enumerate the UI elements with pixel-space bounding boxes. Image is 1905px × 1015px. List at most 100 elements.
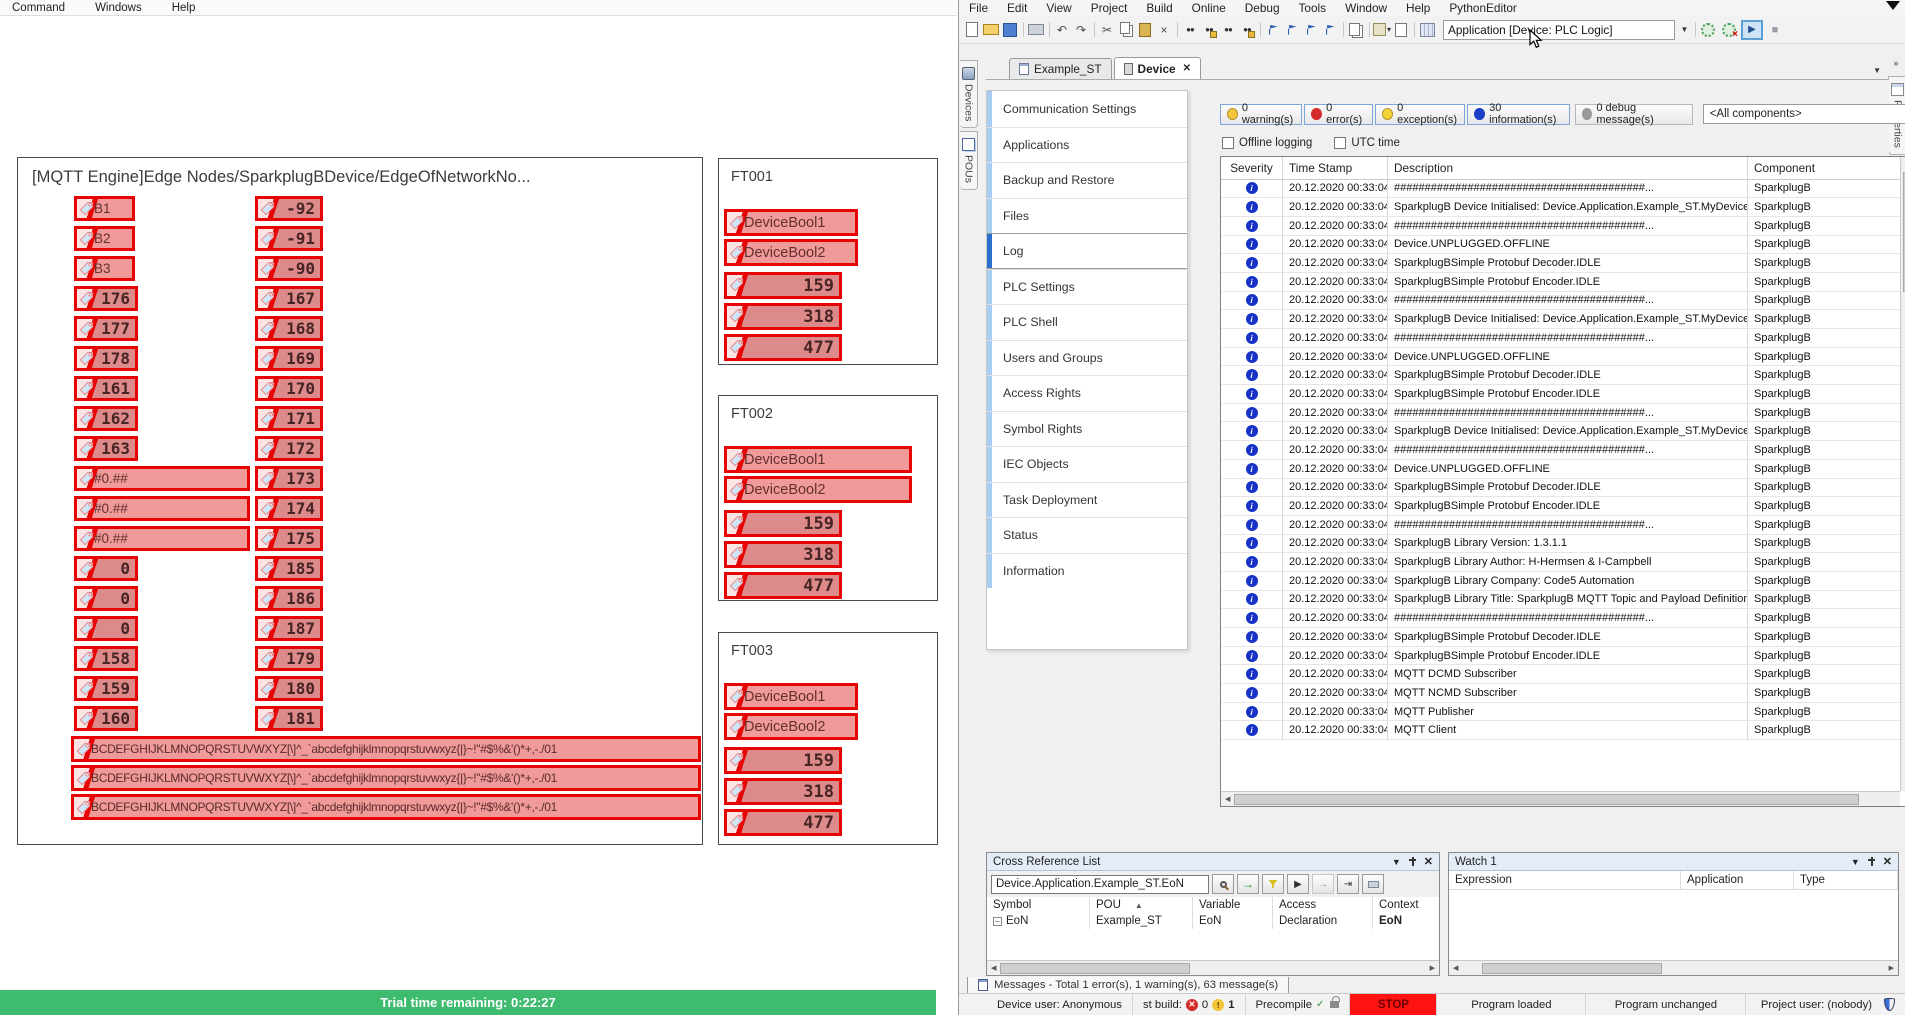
- tag-widget[interactable]: 179: [255, 646, 323, 671]
- log-row[interactable]: i 20.12.2020 00:33:04 ##################…: [1221, 516, 1900, 535]
- tag-widget[interactable]: 174: [255, 496, 323, 521]
- toolbar-icon[interactable]: [1411, 21, 1417, 39]
- tag-widget[interactable]: 168: [255, 316, 323, 341]
- tag-widget[interactable]: 169: [255, 346, 323, 371]
- menu-item[interactable]: Window: [1345, 1, 1387, 15]
- crossref-row[interactable]: −EoN Example_ST EoN Declaration EoN ...: [987, 913, 1439, 929]
- tag-widget[interactable]: 170: [255, 376, 323, 401]
- value-tag[interactable]: 159: [724, 510, 842, 537]
- value-tag[interactable]: 477: [724, 572, 842, 599]
- menu-item[interactable]: Command: [12, 2, 65, 14]
- menu-item[interactable]: Project: [1091, 1, 1128, 15]
- print-button[interactable]: [1362, 874, 1384, 894]
- overflow-chevron-icon[interactable]: »: [1888, 58, 1904, 68]
- tag-widget[interactable]: #0.##: [74, 496, 250, 521]
- tag-widget[interactable]: 0: [74, 616, 138, 641]
- pin-icon[interactable]: [1409, 857, 1416, 866]
- collapse-icon[interactable]: −: [993, 917, 1002, 926]
- tag-widget[interactable]: 187: [255, 616, 323, 641]
- tag-widget[interactable]: 171: [255, 406, 323, 431]
- tag-widget[interactable]: 176: [74, 286, 138, 311]
- device-category-item[interactable]: Files: [987, 198, 1187, 234]
- value-tag[interactable]: 477: [724, 809, 842, 836]
- toolbar-icon[interactable]: [963, 21, 981, 39]
- log-row[interactable]: i 20.12.2020 00:33:04 SparkplugBSimple P…: [1221, 497, 1900, 516]
- toolbar-icon[interactable]: [1373, 21, 1391, 39]
- ascii-tag-widget[interactable]: BCDEFGHIJKLMNOPQRSTUVWXYZ[\]^_`abcdefghi…: [71, 794, 701, 820]
- toolbar-icon[interactable]: [1027, 21, 1045, 39]
- col-expression[interactable]: Expression: [1449, 871, 1681, 889]
- log-row[interactable]: i 20.12.2020 00:33:04 ##################…: [1221, 217, 1900, 236]
- value-tag[interactable]: 318: [724, 541, 842, 568]
- watch-empty-area[interactable]: [1449, 890, 1898, 946]
- toolbar-icon[interactable]: [982, 21, 1000, 39]
- value-tag[interactable]: 159: [724, 272, 842, 299]
- toolbar-icon[interactable]: ×: [1155, 21, 1173, 39]
- panel-menu-icon[interactable]: ▼: [1851, 857, 1860, 867]
- col-pou[interactable]: POU▲: [1090, 897, 1193, 913]
- devicebool-tag[interactable]: DeviceBool2: [724, 239, 858, 266]
- device-category-item[interactable]: IEC Objects: [987, 446, 1187, 482]
- active-application-combo[interactable]: Application [Device: PLC Logic]: [1443, 20, 1675, 40]
- toolbar-icon[interactable]: [1283, 21, 1301, 39]
- value-tag[interactable]: 318: [724, 303, 842, 330]
- component-filter-combo[interactable]: <All components> ▼: [1703, 104, 1905, 124]
- tag-widget[interactable]: -92: [255, 196, 323, 221]
- log-row[interactable]: i 20.12.2020 00:33:04 SparkplugB Device …: [1221, 198, 1900, 217]
- toolbar-icon[interactable]: [1001, 21, 1019, 39]
- view-tab[interactable]: Devices: [960, 60, 978, 128]
- menu-item[interactable]: File: [969, 1, 988, 15]
- devicebool-tag[interactable]: DeviceBool1: [724, 446, 912, 473]
- log-row[interactable]: i 20.12.2020 00:33:04 SparkplugB Device …: [1221, 422, 1900, 441]
- value-tag[interactable]: 318: [724, 778, 842, 805]
- col-application[interactable]: Application: [1681, 871, 1794, 889]
- scroll-right-icon[interactable]: ▶: [1885, 964, 1898, 972]
- log-row[interactable]: i 20.12.2020 00:33:04 ##################…: [1221, 292, 1900, 311]
- tag-widget[interactable]: 163: [74, 436, 138, 461]
- view-tab[interactable]: POUs: [960, 131, 978, 190]
- col-symbol[interactable]: Symbol: [987, 897, 1090, 913]
- col-component[interactable]: Component: [1748, 157, 1900, 179]
- tag-widget[interactable]: 160: [74, 706, 138, 731]
- combo-dropdown-icon[interactable]: ▼: [1678, 20, 1691, 40]
- log-row[interactable]: i 20.12.2020 00:33:04 MQTT Publisher Spa…: [1221, 703, 1900, 722]
- log-row[interactable]: i 20.12.2020 00:33:04 Device.UNPLUGGED.O…: [1221, 236, 1900, 255]
- toolbar-icon[interactable]: ✂: [1098, 21, 1116, 39]
- col-timestamp[interactable]: Time Stamp: [1283, 157, 1388, 179]
- log-row[interactable]: i 20.12.2020 00:33:04 SparkplugBSimple P…: [1221, 479, 1900, 498]
- menu-item[interactable]: PythonEditor: [1449, 1, 1517, 15]
- tag-widget[interactable]: 0: [74, 586, 138, 611]
- log-filter-button[interactable]: 0 debug message(s): [1575, 104, 1693, 125]
- tag-widget[interactable]: 175: [255, 526, 323, 551]
- devicebool-tag[interactable]: DeviceBool1: [724, 683, 858, 710]
- col-type[interactable]: Type: [1794, 871, 1898, 889]
- toolbar-icon[interactable]: [1174, 21, 1180, 39]
- menu-item[interactable]: Build: [1146, 1, 1172, 15]
- messages-tab[interactable]: Messages - Total 1 error(s), 1 warning(s…: [967, 977, 1289, 994]
- device-category-item[interactable]: Symbol Rights: [987, 411, 1187, 447]
- toolbar-icon[interactable]: [1264, 21, 1282, 39]
- device-category-item[interactable]: Backup and Restore: [987, 162, 1187, 198]
- menu-item[interactable]: Tools: [1299, 1, 1327, 15]
- device-category-item[interactable]: Log: [987, 233, 1187, 269]
- log-row[interactable]: i 20.12.2020 00:33:04 ##################…: [1221, 180, 1900, 199]
- log-row[interactable]: i 20.12.2020 00:33:04 ##################…: [1221, 609, 1900, 628]
- device-category-item[interactable]: Users and Groups: [987, 340, 1187, 376]
- toolbar-icon[interactable]: [1302, 21, 1320, 39]
- log-row[interactable]: i 20.12.2020 00:33:04 SparkplugBSimple P…: [1221, 273, 1900, 292]
- toolbar-icon[interactable]: [1321, 21, 1339, 39]
- checkbox[interactable]: [1222, 137, 1234, 149]
- tag-widget[interactable]: 158: [74, 646, 138, 671]
- device-category-item[interactable]: Access Rights: [987, 375, 1187, 411]
- toolbar-icon[interactable]: [1257, 21, 1263, 39]
- close-icon[interactable]: ✕: [1424, 855, 1433, 868]
- col-context[interactable]: Context: [1373, 897, 1453, 913]
- tag-widget[interactable]: 159: [74, 676, 138, 701]
- toolbar-icon[interactable]: [1136, 21, 1154, 39]
- search-button[interactable]: [1212, 874, 1234, 894]
- menu-item[interactable]: Help: [1406, 1, 1430, 15]
- menu-item[interactable]: Help: [172, 2, 196, 14]
- close-icon[interactable]: ✕: [1883, 855, 1892, 868]
- pin-icon[interactable]: [1868, 857, 1875, 866]
- device-category-item[interactable]: Information: [987, 553, 1187, 589]
